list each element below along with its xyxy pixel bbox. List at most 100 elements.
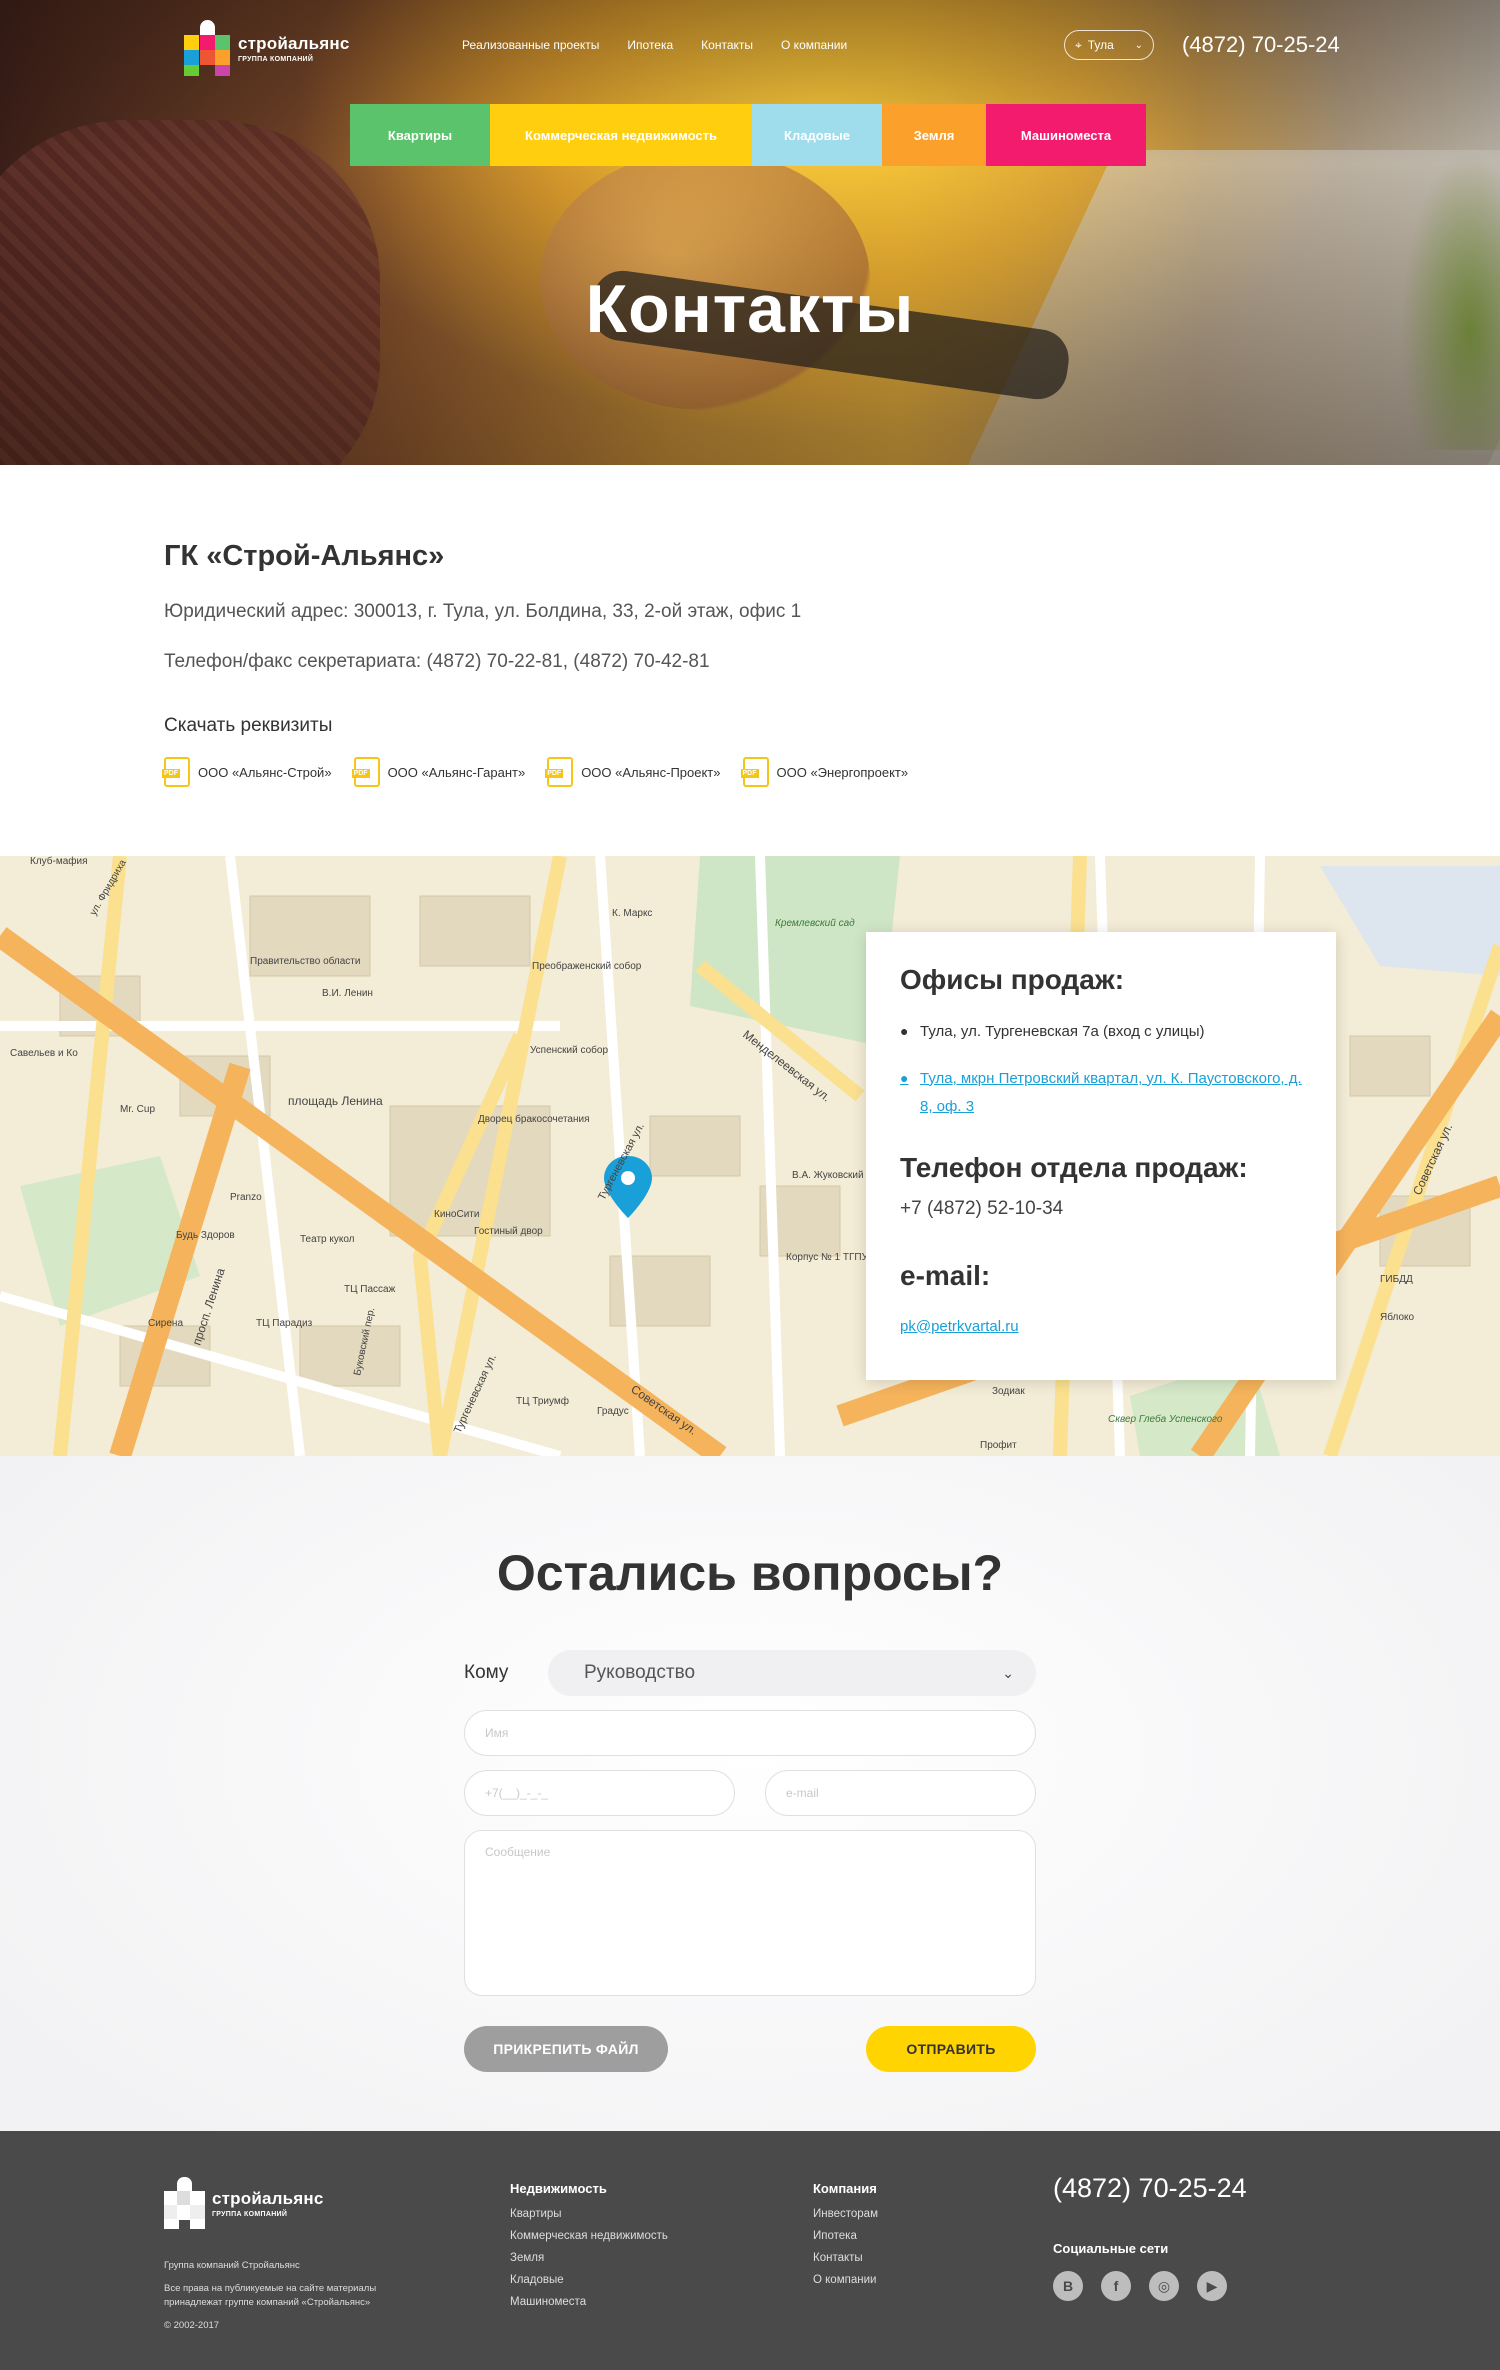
category-storage[interactable]: Кладовые: [752, 104, 882, 166]
footer-link-parking[interactable]: Машиноместа: [510, 2296, 668, 2308]
map-label: Яблоко: [1380, 1311, 1414, 1323]
map-label: Корпус № 1 ТГПУ: [786, 1252, 869, 1263]
questions-title: Остались вопросы?: [496, 1545, 1004, 1601]
map-label: Зодиак: [992, 1386, 1025, 1397]
footer-rights: Все права на публикуемые на сайте матери…: [164, 2283, 377, 2308]
facebook-icon[interactable]: f: [1101, 2271, 1131, 2301]
location-pin-icon: ●: [900, 1023, 909, 1039]
send-button[interactable]: ОТПРАВИТЬ: [866, 2026, 1036, 2072]
legal-address: Юридический адрес: 300013, г. Тула, ул. …: [164, 601, 802, 622]
footer-realty-column: Недвижимость Квартиры Коммерческая недви…: [510, 2181, 668, 2318]
phone-input[interactable]: +7(__)_-_-_: [464, 1770, 735, 1816]
map-label: ТЦ Парадиз: [256, 1318, 313, 1329]
instagram-icon[interactable]: ◎: [1149, 2271, 1179, 2301]
category-apartments[interactable]: Квартиры: [350, 104, 490, 166]
youtube-icon[interactable]: ▶: [1197, 2271, 1227, 2301]
map-label: КиноСити: [434, 1209, 479, 1220]
pdf-icon: PDF: [545, 757, 574, 787]
footer-company-title: Компания: [813, 2181, 877, 2196]
requisites-doc[interactable]: PDF ООО «Альянс-Гарант»: [351, 757, 525, 787]
email-title: e-mail:: [900, 1259, 991, 1291]
map-label: ТЦ Пассаж: [344, 1284, 396, 1295]
footer-link-apartments[interactable]: Квартиры: [510, 2208, 668, 2220]
category-commercial[interactable]: Коммерческая недвижимость: [490, 104, 752, 166]
category-land[interactable]: Земля: [882, 104, 986, 166]
footer-link-investors[interactable]: Инвесторам: [813, 2208, 878, 2220]
map-label: Mr. Cup: [120, 1104, 155, 1115]
secretary-phone: Телефон/факс секретариата: (4872) 70-22-…: [164, 651, 710, 672]
footer-link-land[interactable]: Земля: [510, 2252, 668, 2264]
map-label: Успенский собор: [530, 1044, 608, 1056]
footer-phone[interactable]: (4872) 70-25-24: [1053, 2173, 1247, 2204]
social-links: B f ◎ ▶: [1053, 2271, 1227, 2301]
header-phone[interactable]: (4872) 70-25-24: [1182, 32, 1340, 58]
logo-name: стройальянс: [238, 33, 350, 53]
map-label: К. Маркс: [612, 908, 652, 919]
map-label: Градус: [597, 1406, 629, 1417]
requisites-doc[interactable]: PDF ООО «Альянс-Строй»: [162, 757, 332, 787]
map-label: Сквер Глеба Успенского: [1108, 1413, 1223, 1425]
nav-mortgage[interactable]: Ипотека: [627, 38, 673, 52]
pdf-icon: PDF: [740, 757, 769, 787]
vk-icon[interactable]: B: [1053, 2271, 1083, 2301]
category-parking[interactable]: Машиноместа: [986, 104, 1146, 166]
logo-subtitle: ГРУППА КОМПАНИЙ: [238, 55, 314, 63]
map-label: ГИБДД: [1380, 1274, 1413, 1285]
page-title: Контакты: [585, 271, 915, 347]
footer-logo[interactable]: стройальянс ГРУППА КОМПАНИЙ: [164, 2177, 324, 2229]
message-textarea[interactable]: Сообщение: [464, 1830, 1036, 1996]
map-label: Дворец бракосочетания: [478, 1113, 590, 1125]
footer-copyright: © 2002-2017: [164, 2319, 220, 2331]
map-label: Правительство области: [250, 955, 360, 967]
map-label: Pranzo: [230, 1192, 262, 1203]
location-pin-icon: ⌖: [1075, 37, 1082, 52]
footer-link-about[interactable]: О компании: [813, 2274, 878, 2286]
hero-banner: стройальянс ГРУППА КОМПАНИЙ Реализованны…: [0, 0, 1500, 465]
city-selector[interactable]: ⌖ Тула ⌄: [1064, 30, 1154, 60]
footer-link-mortgage[interactable]: Ипотека: [813, 2230, 878, 2242]
map-label: Профит: [980, 1439, 1017, 1451]
footer: стройальянс ГРУППА КОМПАНИЙ Группа компа…: [0, 2131, 1500, 2370]
footer-link-commercial[interactable]: Коммерческая недвижимость: [510, 2230, 668, 2242]
map-label: Театр кукол: [300, 1234, 355, 1245]
recipient-label: Кому: [464, 1662, 509, 1683]
attach-file-button[interactable]: ПРИКРЕПИТЬ ФАЙЛ: [464, 2026, 668, 2072]
sales-offices-title: Офисы продаж:: [900, 964, 1125, 995]
category-menu: Квартиры Коммерческая недвижимость Кладо…: [350, 104, 1146, 166]
requisites-doc[interactable]: PDF ООО «Энергопроект»: [740, 757, 908, 787]
recipient-select[interactable]: Руководство ⌄: [548, 1650, 1036, 1696]
nav-contacts[interactable]: Контакты: [701, 38, 753, 52]
header-logo[interactable]: стройальянс ГРУППА КОМПАНИЙ: [184, 20, 350, 76]
logo-subtitle: ГРУППА КОМПАНИЙ: [212, 2210, 288, 2218]
map-label: Сирена: [148, 1318, 183, 1329]
footer-link-storage[interactable]: Кладовые: [510, 2274, 668, 2286]
chevron-down-icon: ⌄: [1134, 39, 1143, 51]
map-label: площадь Ленина: [288, 1094, 383, 1108]
map-label: Преображенский собор: [532, 960, 642, 972]
map-label: В.И. Ленин: [322, 988, 373, 999]
location-pin-icon: ●: [900, 1069, 909, 1086]
chevron-down-icon: ⌄: [1002, 1664, 1014, 1681]
map-label: Будь Здоров: [176, 1230, 235, 1241]
footer-link-contacts[interactable]: Контакты: [813, 2252, 878, 2264]
map-label: Кремлевский сад: [775, 918, 855, 929]
social-title: Социальные сети: [1053, 2241, 1169, 2256]
footer-company-name: Группа компаний Стройальянс: [164, 2260, 300, 2271]
email-input[interactable]: e-mail: [765, 1770, 1036, 1816]
download-requisites-title: Скачать реквизиты: [164, 715, 333, 736]
footer-company-column: Компания Инвесторам Ипотека Контакты О к…: [813, 2181, 878, 2296]
nav-projects[interactable]: Реализованные проекты: [462, 38, 599, 52]
sales-email[interactable]: pk@petrkvartal.ru: [900, 1318, 1302, 1335]
name-input[interactable]: Имя: [464, 1710, 1036, 1756]
nav-about[interactable]: О компании: [781, 38, 847, 52]
logo-name: стройальянс: [212, 2188, 324, 2208]
top-navigation: Реализованные проекты Ипотека Контакты О…: [462, 38, 847, 52]
pdf-icon: PDF: [162, 757, 190, 787]
requisites-doc[interactable]: PDF ООО «Альянс-Проект»: [545, 757, 721, 787]
map-label: В.А. Жуковский: [792, 1170, 864, 1181]
company-title: ГК «Строй-Альянс»: [164, 540, 445, 572]
requisites-list: PDF ООО «Альянс-Строй» PDF ООО «Альянс-Г…: [162, 757, 1164, 787]
office-address-link[interactable]: ● Тула, мкрн Петровский квартал, ул. К. …: [900, 1065, 1302, 1122]
sales-offices-card: Офисы продаж: ● Тула, ул. Тургеневская 7…: [866, 932, 1336, 1380]
sales-phone[interactable]: +7 (4872) 52-10-34: [900, 1198, 1302, 1220]
